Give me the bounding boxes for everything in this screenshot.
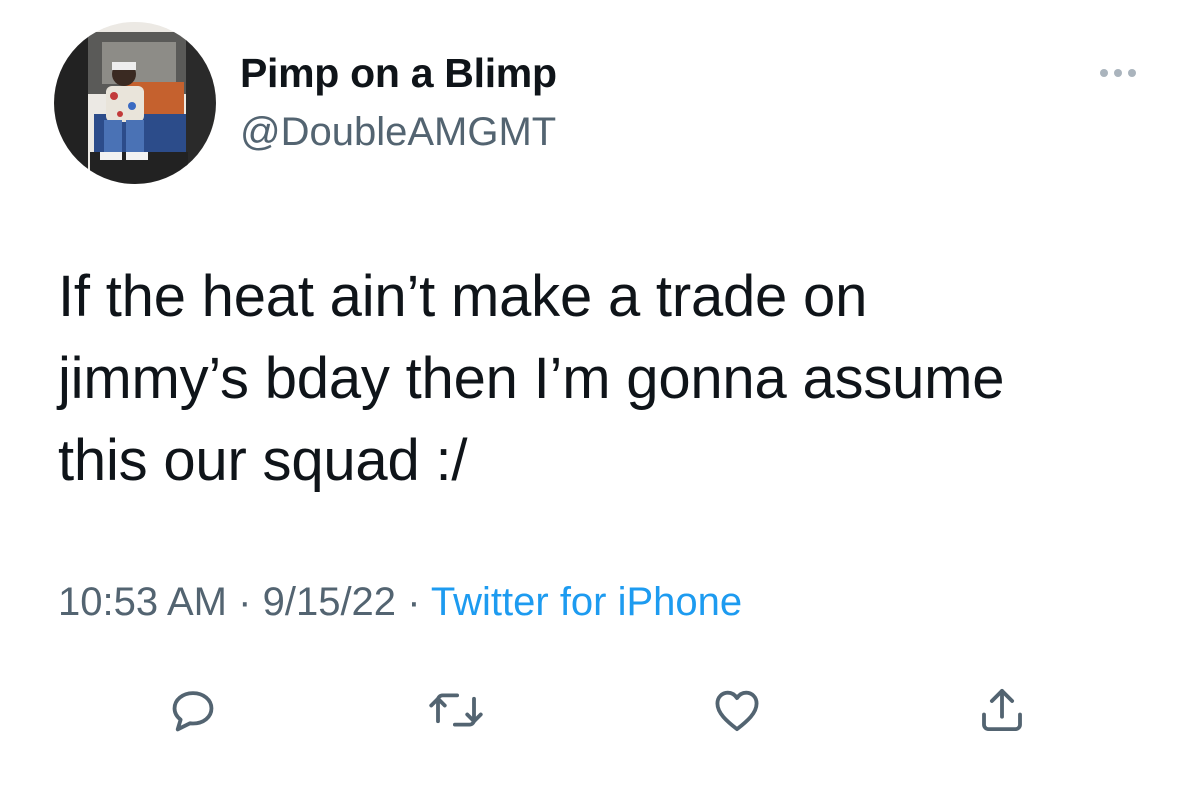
author-handle[interactable]: @DoubleAMGMT — [240, 110, 556, 155]
retweet-icon — [429, 693, 483, 727]
tweet-text-line: this our squad :/ — [58, 428, 468, 493]
tweet-text: If the heat ain’t make a trade on jimmy’… — [58, 256, 1168, 502]
share-button[interactable] — [972, 680, 1032, 740]
more-horizontal-icon-dot — [1114, 69, 1122, 77]
meta-separator: · — [407, 580, 421, 624]
heart-icon — [715, 690, 759, 732]
more-horizontal-icon-dot — [1128, 69, 1136, 77]
avatar[interactable] — [54, 22, 216, 184]
tweet-time[interactable]: 10:53 AM — [58, 580, 227, 624]
avatar-photo — [54, 22, 216, 184]
tweet-text-line: If the heat ain’t make a trade on — [58, 264, 868, 329]
more-horizontal-icon — [1100, 69, 1108, 77]
tweet-date[interactable]: 9/15/22 — [263, 580, 396, 624]
reply-icon — [172, 691, 214, 732]
author-display-name[interactable]: Pimp on a Blimp — [240, 50, 557, 97]
share-icon — [982, 688, 1022, 732]
retweet-button[interactable] — [426, 680, 486, 740]
meta-separator: · — [238, 580, 252, 624]
tweet-source-link[interactable]: Twitter for iPhone — [431, 580, 742, 624]
reply-button[interactable] — [163, 680, 223, 740]
tweet-text-line: jimmy’s bday then I’m gonna assume — [58, 346, 1005, 411]
tweet-metadata: 10:53 AM · 9/15/22 · Twitter for iPhone — [58, 580, 742, 625]
like-button[interactable] — [707, 680, 767, 740]
more-options-button[interactable] — [1090, 60, 1146, 86]
